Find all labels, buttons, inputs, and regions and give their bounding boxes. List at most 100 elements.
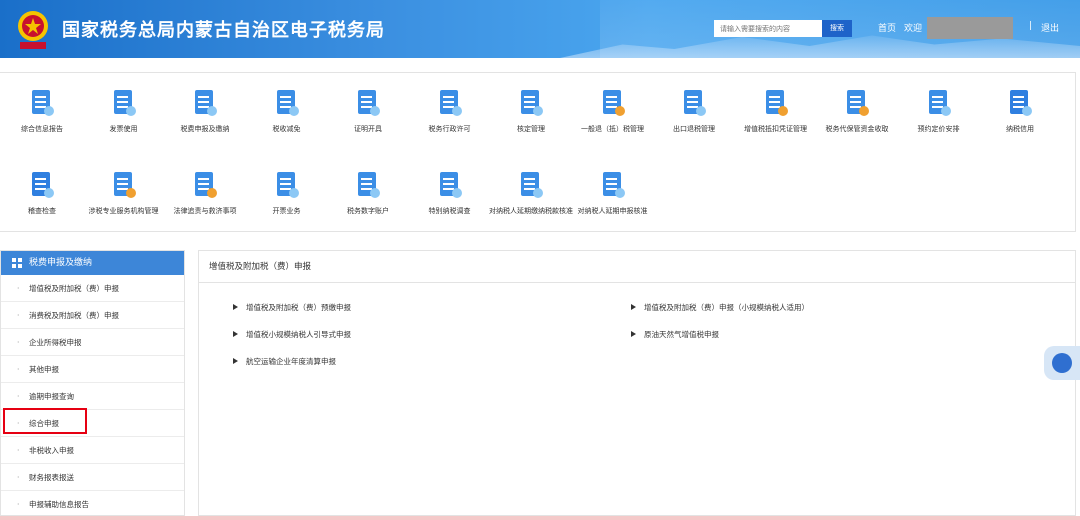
menu-item[interactable]: 税费申报及缴纳: [163, 88, 247, 134]
billing-icon: [276, 172, 299, 198]
sidebar-header: 税费申报及缴纳: [1, 251, 184, 275]
menu-item-label: 税务行政许可: [428, 125, 471, 133]
menu-item-label: 稽查检查: [28, 207, 56, 215]
menu-item-label: 发票使用: [109, 125, 138, 133]
invoice-icon: [113, 90, 136, 116]
sidebar: 税费申报及缴纳 增值税及附加税（费）申报 消费税及附加税（费）申报 企业所得税申…: [0, 250, 185, 518]
triangle-right-icon: [631, 304, 636, 310]
menu-item[interactable]: 对纳税人延期申报核准: [571, 170, 655, 216]
main-panel: 增值税及附加税（费）申报: [198, 250, 1076, 516]
triangle-right-icon: [233, 304, 238, 310]
menu-item-label: 核定管理: [517, 125, 545, 133]
deferred-payment-icon: [521, 172, 543, 198]
menu-item[interactable]: 证明开具: [326, 88, 410, 134]
menu-item-label: 一般退（抵）税管理: [581, 125, 644, 133]
menu-item-label: 对纳税人延期申报核准: [577, 207, 648, 215]
credit-icon: [1010, 90, 1032, 116]
menu-item-label: 对纳税人延期缴纳税款核准: [489, 207, 573, 215]
menu-item[interactable]: 增值税抵扣凭证管理: [734, 88, 818, 134]
menu-item[interactable]: 税收减免: [245, 88, 329, 134]
sidebar-item-vat[interactable]: 增值税及附加税（费）申报: [1, 275, 184, 302]
menu-item[interactable]: 核定管理: [489, 88, 573, 134]
tax-relief-icon: [276, 90, 299, 116]
menu-item-label: 特别纳税调查: [428, 207, 471, 215]
welcome-text: 欢迎: [904, 24, 923, 34]
sidebar-item-overdue-query[interactable]: 逾期申报查询: [1, 383, 184, 410]
menu-item-label: 涉税专业服务机构管理: [88, 207, 159, 215]
certificate-icon: [358, 90, 380, 116]
top-banner: 国家税务总局内蒙古自治区电子税务局 搜索 首页 欢迎 | 退出: [0, 0, 1080, 58]
online-service-button[interactable]: [1044, 346, 1080, 380]
link-label: 增值税小规模纳税人引导式申报: [246, 330, 351, 339]
sidebar-item-corporate-income-tax[interactable]: 企业所得税申报: [1, 329, 184, 356]
inspection-icon: [32, 172, 54, 198]
custody-fund-icon: [847, 90, 869, 116]
menu-item[interactable]: 涉税专业服务机构管理: [82, 170, 166, 216]
menu-item-label: 税费申报及缴纳: [180, 125, 230, 133]
agency-icon: [113, 172, 136, 198]
link-label: 原油天然气增值税申报: [644, 330, 719, 339]
menu-item[interactable]: 税务行政许可: [408, 88, 492, 134]
deferred-declare-icon: [602, 172, 625, 198]
sidebar-item-other[interactable]: 其他申报: [1, 356, 184, 383]
link-vat-prepay[interactable]: 增值税及附加税（费）预缴申报: [233, 302, 351, 313]
home-link[interactable]: 首页: [878, 21, 896, 34]
link-label: 航空运输企业年度清算申报: [246, 357, 336, 366]
menu-item-label: 证明开具: [354, 125, 382, 133]
menu-item-label: 税务数字账户: [347, 207, 389, 215]
menu-item[interactable]: 税务代保管资金收取: [815, 88, 899, 134]
triangle-right-icon: [631, 331, 636, 337]
menu-item[interactable]: 预约定价安排: [897, 88, 981, 134]
menu-item[interactable]: 税务数字账户: [326, 170, 410, 216]
menu-item-label: 税收减免: [272, 125, 301, 133]
menu-item-label: 出口退税管理: [673, 125, 715, 133]
verification-icon: [521, 90, 543, 116]
special-investigation-icon: [439, 172, 462, 198]
menu-item-label: 预约定价安排: [917, 125, 960, 133]
export-refund-icon: [684, 90, 706, 116]
menu-item[interactable]: 开票业务: [245, 170, 329, 216]
search-input[interactable]: [714, 20, 822, 37]
link-vat-guided[interactable]: 增值税小规模纳税人引导式申报: [233, 329, 351, 340]
logout-link[interactable]: 退出: [1041, 21, 1059, 34]
menu-item[interactable]: 发票使用: [82, 88, 166, 134]
chat-icon: [1052, 353, 1072, 373]
sidebar-item-non-tax-income[interactable]: 非税收入申报: [1, 437, 184, 464]
menu-item-label: 税务代保管资金收取: [825, 125, 889, 133]
function-menu-grid: 综合信息报告 发票使用 税费申报及缴纳 税收减免 证明开具 税务行政许可 核定管理 一般退（抵…: [0, 72, 1076, 232]
vat-voucher-icon: [765, 90, 788, 116]
nav-separator: |: [1029, 21, 1033, 31]
site-title: 国家税务总局内蒙古自治区电子税务局: [62, 20, 385, 41]
sidebar-item-auxiliary-info[interactable]: 申报辅助信息报告: [1, 491, 184, 518]
menu-item[interactable]: 一般退（抵）税管理: [571, 88, 655, 134]
search-button[interactable]: 搜索: [822, 20, 852, 37]
link-label: 增值税及附加税（费）申报（小规模纳税人适用）: [644, 303, 809, 312]
tax-emblem-logo: [18, 11, 48, 49]
link-aviation-settlement[interactable]: 航空运输企业年度清算申报: [233, 356, 336, 367]
highlight-annotation: [3, 408, 87, 434]
main-title: 增值税及附加税（费）申报: [199, 251, 1075, 283]
menu-item[interactable]: 对纳税人延期缴纳税款核准: [489, 170, 573, 216]
menu-item-label: 综合信息报告: [21, 125, 63, 133]
digital-account-icon: [358, 172, 380, 198]
sidebar-item-consumption-tax[interactable]: 消费税及附加税（费）申报: [1, 302, 184, 329]
menu-item[interactable]: 纳税信用: [978, 88, 1062, 134]
menu-item[interactable]: 出口退税管理: [652, 88, 736, 134]
menu-item[interactable]: 特别纳税调查: [408, 170, 492, 216]
refund-icon: [602, 90, 625, 116]
link-vat-small-scale[interactable]: 增值税及附加税（费）申报（小规模纳税人适用）: [631, 302, 809, 313]
menu-item-label: 增值税抵扣凭证管理: [744, 125, 807, 133]
menu-item-label: 纳税信用: [1006, 125, 1034, 133]
menu-item-label: 开票业务: [272, 207, 301, 215]
menu-grid-icon: [12, 258, 22, 268]
sidebar-title: 税费申报及缴纳: [29, 258, 93, 268]
menu-item[interactable]: 稽查检查: [0, 170, 84, 216]
menu-item[interactable]: 法律追责与救济事项: [163, 170, 247, 216]
report-doc-icon: [32, 90, 54, 116]
menu-item[interactable]: 综合信息报告: [0, 88, 84, 134]
sidebar-item-financial-statements[interactable]: 财务报表报送: [1, 464, 184, 491]
link-crude-oil-gas[interactable]: 原油天然气增值税申报: [631, 329, 719, 340]
menu-item-label: 法律追责与救济事项: [173, 207, 237, 215]
triangle-right-icon: [233, 331, 238, 337]
triangle-right-icon: [233, 358, 238, 364]
